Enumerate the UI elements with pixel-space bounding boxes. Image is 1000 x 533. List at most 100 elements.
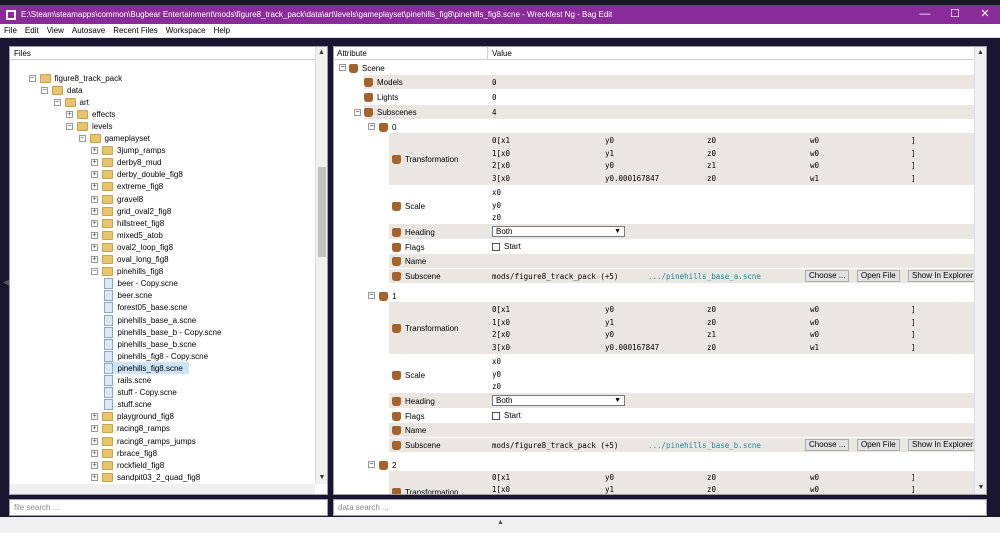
tree-folder-item[interactable]: + mixed5_atob	[91, 229, 163, 241]
menu-edit[interactable]: Edit	[21, 26, 43, 35]
expand-icon[interactable]: +	[91, 171, 98, 179]
expand-icon[interactable]: +	[91, 473, 98, 481]
expand-icon[interactable]: +	[91, 425, 98, 433]
tree-folder-item[interactable]: − data	[41, 84, 83, 96]
tree-file-item[interactable]: beer.scne	[103, 290, 152, 302]
menu-workspace[interactable]: Workspace	[162, 26, 210, 35]
tree-folder-item[interactable]: − pinehills_fig8	[91, 266, 163, 278]
expand-icon[interactable]: +	[91, 207, 98, 215]
tree-folder-item[interactable]: + rbrace_fig8	[91, 447, 157, 459]
heading-select[interactable]: Both ▼	[492, 226, 625, 237]
start-checkbox[interactable]	[492, 411, 500, 420]
start-checkbox[interactable]	[492, 242, 500, 251]
choose-button[interactable]: Choose ...	[805, 270, 850, 282]
expand-icon[interactable]: +	[91, 183, 98, 191]
tree-folder-item[interactable]: + racing8_ramps_jumps	[91, 435, 196, 447]
tree-file-item[interactable]: pinehills_base_b - Copy.scne	[103, 326, 221, 338]
expand-icon[interactable]: +	[91, 449, 98, 457]
menu-autosave[interactable]: Autosave	[68, 26, 109, 35]
scroll-up-icon[interactable]: ▲	[975, 47, 986, 59]
collapse-icon[interactable]: −	[368, 123, 375, 130]
expand-icon[interactable]: +	[91, 461, 98, 469]
scroll-down-icon[interactable]: ▼	[316, 472, 327, 484]
tree-folder-item[interactable]: +3jump_ramps	[91, 145, 165, 157]
tree-folder-item[interactable]: + oval_long_fig8	[91, 254, 169, 266]
maximize-button[interactable]: ☐	[940, 5, 970, 24]
close-button[interactable]: ✕	[970, 5, 1000, 24]
tree-folder-item[interactable]: + hillstreet_fig8	[91, 217, 164, 229]
show-in-explorer-button[interactable]: Show In Explorer	[908, 439, 977, 451]
collapse-icon[interactable]: −	[91, 268, 98, 276]
menu-recent-files[interactable]: Recent Files	[109, 26, 161, 35]
expand-icon[interactable]: +	[91, 256, 98, 263]
tree-folder-item[interactable]: − art	[53, 96, 89, 108]
tree-folder-item[interactable]: + sandpit03_2_quad_fig8	[91, 471, 200, 483]
file-search-input[interactable]: file search ...	[9, 499, 328, 516]
tree-file-item[interactable]: beer - Copy.scne	[103, 278, 178, 290]
tree-folder-item[interactable]: + playground_fig8	[91, 411, 174, 423]
show-in-explorer-button[interactable]: Show In Explorer	[908, 270, 977, 282]
tree-folder-item[interactable]: + effects	[66, 108, 115, 120]
collapse-icon[interactable]: −	[339, 64, 346, 71]
choose-button[interactable]: Choose ...	[805, 439, 850, 451]
expand-icon[interactable]: +	[91, 147, 98, 155]
collapse-icon[interactable]: −	[354, 109, 361, 116]
data-search-input[interactable]: data search ...	[333, 499, 987, 516]
flags-start[interactable]: Start	[492, 242, 521, 251]
flags-start[interactable]: Start	[492, 411, 521, 420]
open-file-button[interactable]: Open File	[857, 439, 900, 451]
tree-file-item[interactable]: forest05_base.scne	[103, 302, 187, 314]
tree-folder-item[interactable]: − figure8_track_pack	[28, 72, 122, 84]
scroll-down-icon[interactable]: ▼	[975, 482, 986, 494]
tree-folder-item[interactable]: + extreme_fig8	[91, 181, 163, 193]
tree-file-item[interactable]: stuff - Copy.scne	[103, 387, 177, 399]
tree-file-item[interactable]: pinehills_fig8 - Copy.scne	[103, 350, 208, 362]
collapse-icon[interactable]: −	[41, 86, 48, 94]
collapse-icon[interactable]: −	[78, 135, 86, 142]
chevron-down-icon[interactable]: ▼	[614, 227, 621, 236]
tree-folder-item[interactable]: − gameplayset	[78, 133, 150, 145]
menu-file[interactable]: File	[0, 26, 21, 35]
collapse-icon[interactable]: −	[368, 292, 375, 299]
tree-folder-item[interactable]: + gravel8	[91, 193, 143, 205]
tree-folder-item[interactable]: + derby8_mud	[91, 157, 161, 169]
splitter-up-icon[interactable]: ▲	[497, 519, 504, 526]
chevron-down-icon[interactable]: ▼	[614, 396, 621, 405]
menu-view[interactable]: View	[43, 26, 68, 35]
tree-folder-item[interactable]: + oval2_loop_fig8	[91, 241, 173, 253]
scroll-up-icon[interactable]: ▲	[316, 47, 327, 59]
expand-icon[interactable]: +	[91, 219, 98, 227]
expand-icon[interactable]: +	[91, 413, 98, 421]
expand-icon[interactable]: +	[91, 195, 98, 203]
tree-folder-item[interactable]: + derby_double_fig8	[91, 169, 183, 181]
tree-file-item[interactable]: pinehills_fig8.scne	[103, 362, 189, 375]
expand-icon[interactable]: +	[91, 231, 98, 239]
tree-folder-item[interactable]: − levels	[66, 120, 112, 132]
column-value[interactable]: Value	[488, 49, 512, 58]
tree-folder-item[interactable]: + rockfield_fig8	[91, 459, 164, 471]
tree-folder-item[interactable]: + grid_oval2_fig8	[91, 205, 171, 217]
minimize-button[interactable]: —	[910, 5, 940, 24]
files-hscrollbar[interactable]	[10, 484, 315, 494]
subscene: Subscene	[392, 439, 441, 451]
tree-file-item[interactable]: pinehills_base_a.scne	[103, 314, 196, 326]
tree-file-item[interactable]: stuff.scne	[103, 399, 152, 411]
collapse-icon[interactable]: −	[66, 122, 73, 130]
collapse-icon[interactable]: −	[53, 98, 61, 106]
files-scrollbar[interactable]: ▲ ▼	[315, 47, 327, 484]
collapse-icon[interactable]: −	[28, 74, 36, 82]
expand-icon[interactable]: +	[91, 437, 98, 445]
expand-icon[interactable]: +	[91, 243, 98, 251]
tree-file-item[interactable]: pinehills_base_b.scne	[103, 338, 196, 350]
heading-select[interactable]: Both ▼	[492, 395, 625, 406]
tree-folder-item[interactable]: + racing8_ramps	[91, 423, 170, 435]
collapse-icon[interactable]: −	[368, 461, 375, 468]
attributes-scrollbar[interactable]: ▲ ▼	[974, 47, 986, 494]
scroll-thumb[interactable]	[318, 167, 326, 257]
menu-help[interactable]: Help	[210, 26, 234, 35]
expand-icon[interactable]: +	[66, 110, 73, 118]
expand-icon[interactable]: +	[91, 159, 98, 167]
tree-file-item[interactable]: rails.scne	[103, 375, 151, 387]
open-file-button[interactable]: Open File	[857, 270, 900, 282]
column-attribute[interactable]: Attribute	[334, 47, 488, 60]
